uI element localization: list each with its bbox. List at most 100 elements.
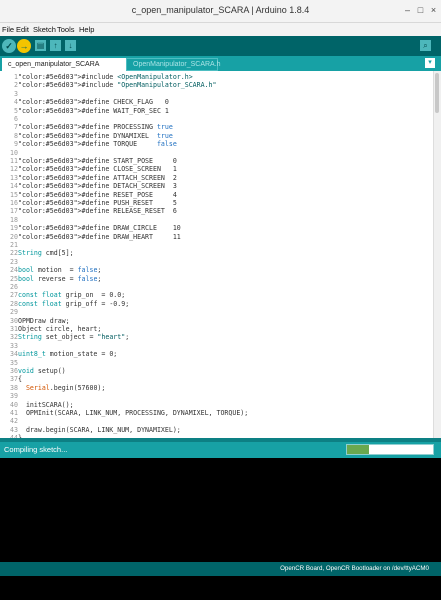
- line-number: 29: [10, 308, 18, 317]
- code-line[interactable]: "color:#5e6d03">#define DETACH_SCREEN 3: [18, 182, 177, 190]
- code-line[interactable]: "color:#5e6d03">#define PUSH_RESET 5: [18, 199, 177, 207]
- line-number: 24: [10, 266, 18, 275]
- console-output[interactable]: [0, 458, 441, 562]
- line-number: 3: [14, 89, 18, 98]
- menu-bar: File Edit Sketch Tools Help: [0, 23, 441, 36]
- code-line[interactable]: "color:#5e6d03">#define CLOSE_SCREEN 1: [18, 165, 177, 173]
- code-line[interactable]: Serial.begin(57600);: [18, 384, 105, 392]
- code-line[interactable]: "color:#5e6d03">#define ATTACH_SCREEN 2: [18, 174, 177, 182]
- line-number: 37: [10, 375, 18, 384]
- progress-fill: [347, 445, 369, 454]
- code-line[interactable]: OPMInit(SCARA, LINK_NUM, PROCESSING, DYN…: [18, 409, 248, 417]
- line-number: 1: [14, 73, 18, 81]
- code-line[interactable]: initSCARA();: [18, 401, 74, 409]
- close-icon[interactable]: ×: [429, 6, 438, 15]
- tab-c-open-manipulator-scara[interactable]: c_open_manipulator_SCARA: [2, 58, 136, 71]
- line-number: 39: [10, 392, 18, 401]
- upload-button[interactable]: →: [17, 39, 31, 53]
- code-line[interactable]: "color:#5e6d03">#include "OpenManipulato…: [18, 81, 217, 89]
- line-number: 18: [10, 215, 18, 224]
- line-number: 22: [10, 249, 18, 258]
- line-number: 35: [10, 358, 18, 367]
- line-number: 40: [10, 400, 18, 409]
- scrollbar-thumb[interactable]: [435, 73, 439, 113]
- minimize-icon[interactable]: –: [403, 6, 412, 15]
- code-editor[interactable]: 1 "color:#5e6d03">#include <OpenManipulat…: [0, 71, 433, 438]
- code-line[interactable]: "color:#5e6d03">#define CHECK_FLAG 0: [18, 98, 169, 106]
- code-line[interactable]: uint8_t motion_state = 0;: [18, 350, 117, 358]
- code-line[interactable]: "color:#5e6d03">#include <OpenManipulato…: [18, 73, 193, 81]
- line-number: 4: [14, 98, 18, 107]
- new-sketch-button[interactable]: ▤: [35, 40, 46, 51]
- code-line[interactable]: "color:#5e6d03">#define TORQUE false: [18, 140, 177, 148]
- line-number: 23: [10, 257, 18, 266]
- line-number: 9: [14, 140, 18, 149]
- window-title: c_open_manipulator_SCARA | Arduino 1.8.4: [131, 5, 310, 15]
- line-number: 30: [10, 316, 18, 325]
- menu-file[interactable]: File: [2, 25, 14, 34]
- board-info: OpenCR Board, OpenCR Bootloader on /dev/…: [280, 565, 429, 572]
- line-number: 10: [10, 148, 18, 157]
- save-sketch-button[interactable]: ↓: [65, 40, 76, 51]
- title-bar: c_open_manipulator_SCARA | Arduino 1.8.4…: [0, 0, 441, 23]
- desktop-background: [0, 576, 441, 600]
- code-line[interactable]: Object circle, heart;: [18, 325, 101, 333]
- code-line[interactable]: "color:#5e6d03">#define RELEASE_RESET 6: [18, 207, 177, 215]
- line-number: 6: [14, 115, 18, 123]
- tab-bar: c_open_manipulator_SCARA OpenManipulator…: [0, 56, 441, 71]
- line-number: 8: [14, 131, 18, 140]
- line-number: 26: [10, 283, 18, 291]
- code-line[interactable]: OPMDraw draw;: [18, 317, 70, 325]
- code-line[interactable]: const float grip_on = 0.0;: [18, 291, 125, 299]
- code-line[interactable]: bool reverse = false;: [18, 275, 101, 283]
- board-status-bar: OpenCR Board, OpenCR Bootloader on /dev/…: [0, 562, 441, 576]
- maximize-icon[interactable]: □: [416, 6, 425, 15]
- line-number: 33: [10, 341, 18, 350]
- line-number: 32: [10, 333, 18, 342]
- menu-edit[interactable]: Edit: [16, 25, 29, 34]
- line-number: 19: [10, 224, 18, 233]
- tab-openmanipulator-scara-h[interactable]: OpenManipulator_SCARA.h: [126, 58, 221, 71]
- menu-tools[interactable]: Tools: [57, 25, 75, 34]
- line-number: 11: [10, 157, 18, 165]
- line-number: 27: [10, 291, 18, 300]
- code-line[interactable]: "color:#5e6d03">#define PROCESSING true: [18, 123, 173, 131]
- verify-button[interactable]: ✓: [2, 39, 16, 53]
- code-line[interactable]: void setup(): [18, 367, 66, 375]
- line-number: 28: [10, 299, 18, 308]
- vertical-scrollbar[interactable]: [433, 71, 441, 438]
- line-number: 2: [14, 81, 18, 90]
- status-bar: Compiling sketch...: [0, 442, 441, 458]
- menu-sketch[interactable]: Sketch: [33, 25, 56, 34]
- progress-bar: [346, 444, 434, 455]
- code-line[interactable]: "color:#5e6d03">#define DRAW_HEART 11: [18, 233, 181, 241]
- code-line[interactable]: draw.begin(SCARA, LINK_NUM, DYNAMIXEL);: [18, 426, 181, 434]
- code-line[interactable]: String set_object = "heart";: [18, 333, 129, 341]
- toolbar: ✓ → ▤ ↑ ↓ ⌕: [0, 36, 441, 56]
- code-line[interactable]: "color:#5e6d03">#define RESET_POSE 4: [18, 191, 177, 199]
- code-line[interactable]: "color:#5e6d03">#define WAIT_FOR_SEC 1: [18, 107, 169, 115]
- line-number: 21: [10, 241, 18, 249]
- code-line[interactable]: "color:#5e6d03">#define START_POSE 0: [18, 157, 177, 165]
- code-line[interactable]: bool motion = false;: [18, 266, 101, 274]
- line-number: 41: [10, 409, 18, 417]
- serial-monitor-button[interactable]: ⌕: [420, 40, 431, 51]
- line-number: 36: [10, 367, 18, 375]
- line-number: 34: [10, 350, 18, 359]
- line-number: 38: [10, 383, 18, 392]
- line-number: 42: [10, 417, 18, 426]
- line-number: 13: [10, 173, 18, 182]
- open-sketch-button[interactable]: ↑: [50, 40, 61, 51]
- line-number: 15: [10, 190, 18, 199]
- line-number: 43: [10, 425, 18, 434]
- line-number: 14: [10, 182, 18, 191]
- code-line[interactable]: "color:#5e6d03">#define DYNAMIXEL true: [18, 132, 173, 140]
- menu-help[interactable]: Help: [79, 25, 94, 34]
- code-line[interactable]: {: [18, 375, 22, 383]
- code-line[interactable]: "color:#5e6d03">#define DRAW_CIRCLE 10: [18, 224, 181, 232]
- line-number: 17: [10, 207, 18, 216]
- line-number: 31: [10, 325, 18, 333]
- code-line[interactable]: String cmd[5];: [18, 249, 74, 257]
- tab-menu-icon[interactable]: ▾: [425, 58, 435, 68]
- code-line[interactable]: const float grip_off = -0.9;: [18, 300, 129, 308]
